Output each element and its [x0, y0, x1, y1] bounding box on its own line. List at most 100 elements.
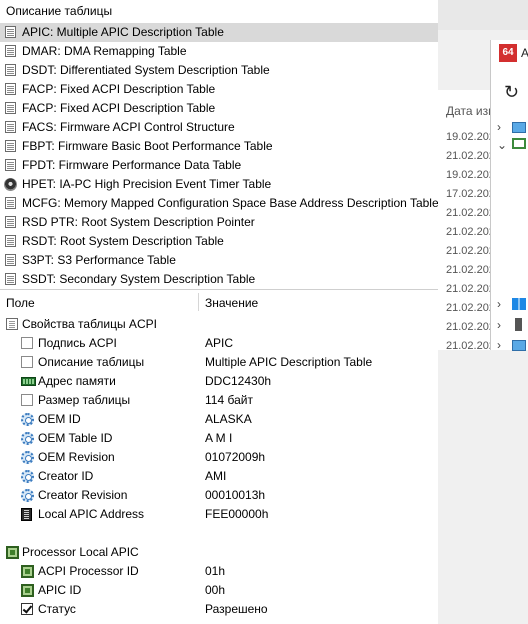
tree-collapse-icon[interactable]: ⌄	[497, 138, 507, 152]
property-row[interactable]: Адрес памяти DDC12430h	[0, 372, 438, 391]
property-name: OEM Revision	[38, 450, 115, 464]
gear-icon	[21, 470, 34, 483]
property-name: Local APIC Address	[38, 507, 145, 521]
property-row[interactable]: OEM Table ID A M I	[0, 429, 438, 448]
table-list-item-label: APIC: Multiple APIC Description Table	[22, 25, 224, 39]
table-list-item[interactable]: RSDT: Root System Description Table	[0, 232, 438, 251]
property-row[interactable]: Creator Revision 00010013h	[0, 486, 438, 505]
property-value: 01072009h	[205, 450, 266, 464]
property-name: OEM Table ID	[38, 431, 113, 445]
table-list-item[interactable]: MCFG: Memory Mapped Configuration Space …	[0, 194, 438, 213]
file-date: 21.02.202	[446, 340, 495, 352]
property-row[interactable]: APIC ID 00h	[0, 581, 438, 600]
blank-doc-icon	[21, 394, 33, 406]
table-list-item[interactable]: FACP: Fixed ACPI Description Table	[0, 80, 438, 99]
property-row[interactable]: Статус Разрешено	[0, 600, 438, 619]
property-name: APIC ID	[38, 583, 82, 597]
table-list-item[interactable]: APIC: Multiple APIC Description Table	[0, 23, 438, 42]
table-icon	[5, 121, 16, 133]
file-date: 21.02.202	[446, 321, 495, 333]
table-list-item-label: RSDT: Root System Description Table	[22, 234, 224, 248]
table-list-item[interactable]: DMAR: DMA Remapping Table	[0, 42, 438, 61]
section-title: Processor Local APIC	[22, 545, 139, 559]
file-date: 21.02.202	[446, 226, 495, 238]
processor-icon	[6, 546, 19, 559]
table-list-item[interactable]: FBPT: Firmware Basic Boot Performance Ta…	[0, 137, 438, 156]
table-list-item-label: FACS: Firmware ACPI Control Structure	[22, 120, 235, 134]
table-list-item[interactable]: FACS: Firmware ACPI Control Structure	[0, 118, 438, 137]
property-value: 01h	[205, 564, 226, 578]
table-list-item-label: FBPT: Firmware Basic Boot Performance Ta…	[22, 139, 273, 153]
property-row[interactable]: ACPI Processor ID 01h	[0, 562, 438, 581]
table-list-item[interactable]: S3PT: S3 Performance Table	[0, 251, 438, 270]
table-icon	[5, 159, 16, 171]
file-date: 21.02.202	[446, 264, 495, 276]
table-icon	[5, 45, 16, 57]
table-icon	[5, 254, 16, 266]
property-value: APIC	[205, 336, 234, 350]
tree-expand-icon[interactable]: ›	[497, 318, 501, 332]
device-icon	[515, 318, 522, 331]
property-name: Creator ID	[38, 469, 94, 483]
table-list-item[interactable]: DSDT: Differentiated System Description …	[0, 61, 438, 80]
gear-icon	[21, 432, 34, 445]
gear-icon	[21, 489, 34, 502]
property-row[interactable]: Local APIC Address FEE00000h	[0, 505, 438, 524]
table-icon	[5, 26, 16, 38]
table-icon	[5, 197, 16, 209]
property-row[interactable]: Подпись ACPI APIC	[0, 334, 438, 353]
property-value: AMI	[205, 469, 227, 483]
chip-icon	[21, 508, 32, 521]
property-name: Подпись ACPI	[38, 336, 117, 350]
refresh-icon[interactable]: ↻	[504, 82, 519, 103]
tree-expand-icon[interactable]: ›	[497, 338, 501, 352]
tree-expand-icon[interactable]: ›	[497, 120, 501, 134]
table-icon	[5, 273, 16, 285]
background-titlebar	[438, 0, 528, 30]
table-list-item[interactable]: SSDT: Secondary System Description Table	[0, 270, 438, 289]
property-value: DDC12430h	[205, 374, 272, 388]
file-date: 19.02.202	[446, 169, 495, 181]
file-date: 19.02.202	[446, 131, 495, 143]
column-header-field[interactable]: Поле	[6, 293, 35, 313]
table-list-item[interactable]: RSD PTR: Root System Description Pointer	[0, 213, 438, 232]
date-column-header[interactable]: Дата изм	[446, 104, 496, 118]
file-date: 21.02.202	[446, 302, 495, 314]
property-value: 114 байт	[205, 393, 253, 407]
background-file-list: Дата изм 19.02.202 21.02.202 19.02.202 17.0…	[438, 90, 496, 352]
property-row[interactable]: OEM ID ALASKA	[0, 410, 438, 429]
property-name: Creator Revision	[38, 488, 128, 502]
column-separator[interactable]	[198, 293, 199, 311]
table-list-item-label: DMAR: DMA Remapping Table	[22, 44, 187, 58]
property-value: FEE00000h	[205, 507, 269, 521]
aida64-app-icon[interactable]: 64	[499, 44, 517, 62]
file-date: 21.02.202	[446, 245, 495, 257]
table-list-item[interactable]: HPET: IA-PC High Precision Event Timer T…	[0, 175, 438, 194]
table-list-item-label: RSD PTR: Root System Description Pointer	[22, 215, 255, 229]
table-list-item[interactable]: FPDT: Firmware Performance Data Table	[0, 156, 438, 175]
column-header-value[interactable]: Значение	[205, 293, 258, 313]
table-list-item-label: MCFG: Memory Mapped Configuration Space …	[22, 196, 438, 210]
property-value: 00010013h	[205, 488, 266, 502]
motherboard-icon	[512, 138, 526, 149]
property-row[interactable]: Описание таблицы Multiple APIC Descriptio…	[0, 353, 438, 372]
property-row[interactable]: Creator ID AMI	[0, 467, 438, 486]
acpi-table-list[interactable]: APIC: Multiple APIC Description Table DMA…	[0, 23, 438, 290]
table-list-item-label: S3PT: S3 Performance Table	[22, 253, 176, 267]
memory-icon	[21, 377, 36, 386]
table-icon	[5, 83, 16, 95]
property-name: ACPI Processor ID	[38, 564, 139, 578]
table-icon	[5, 235, 16, 247]
panel-divider[interactable]	[0, 289, 438, 290]
table-icon	[5, 64, 16, 76]
table-list-item[interactable]: FACP: Fixed ACPI Description Table	[0, 99, 438, 118]
cpu-icon	[21, 565, 34, 578]
gear-icon	[21, 451, 34, 464]
tree-expand-icon[interactable]: ›	[497, 297, 501, 311]
table-list-item-label: FPDT: Firmware Performance Data Table	[22, 158, 242, 172]
acpi-panel: Описание таблицы APIC: Multiple APIC Des…	[0, 0, 438, 624]
property-row[interactable]: OEM Revision 01072009h	[0, 448, 438, 467]
property-name: Описание таблицы	[38, 355, 145, 369]
property-row[interactable]: Размер таблицы 114 байт	[0, 391, 438, 410]
property-value: A M I	[205, 431, 233, 445]
